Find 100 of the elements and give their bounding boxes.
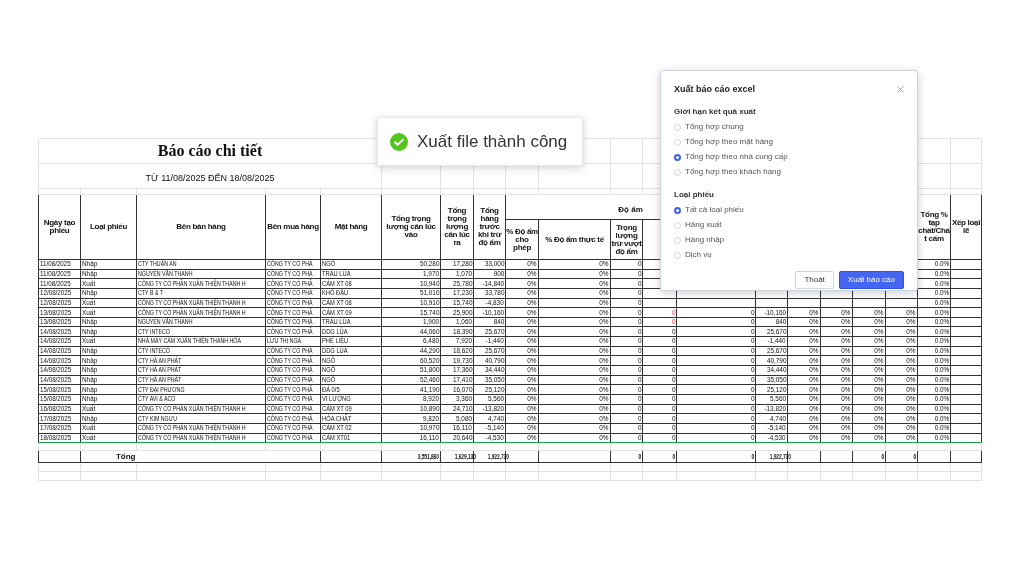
- table-cell: 0%: [906, 433, 917, 442]
- table-cell: 0%: [599, 424, 610, 433]
- table-cell: CÔNG TY CỔ PHẦ: [267, 260, 313, 269]
- table-cell: 0%: [599, 279, 610, 288]
- table-cell: 0%: [809, 414, 820, 423]
- option-label[interactable]: Hàng nhập: [685, 234, 725, 246]
- table-cell: 16,070: [452, 385, 473, 394]
- table-cell: 0%: [599, 414, 610, 423]
- table-cell: CÔNG TY CỔ PHẦ: [267, 279, 313, 288]
- option-label[interactable]: Tổng hợp theo khách hàng: [685, 166, 781, 178]
- table-cell: 0%: [599, 298, 610, 307]
- table-cell: 1,060: [456, 318, 473, 327]
- table-cell: 0%: [599, 327, 610, 336]
- option-label[interactable]: Tổng hợp chung: [685, 121, 744, 133]
- table-cell: -10,160: [482, 308, 505, 317]
- table-cell: CÔNG TY CỔ PHẦ: [267, 414, 313, 423]
- table-cell: 0%: [809, 308, 820, 317]
- table-cell: 0%: [841, 433, 852, 442]
- table-cell: 0%: [906, 424, 917, 433]
- table-cell: CÁM XT 08: [322, 298, 352, 307]
- table-cell: 51,800: [419, 366, 440, 375]
- table-cell: 0%: [599, 337, 610, 346]
- table-cell: CÔNG TY CỔ PHẦN XUÂN THIỆN THANH H: [138, 279, 246, 288]
- table-cell: NGÔ: [322, 356, 336, 365]
- exit-button[interactable]: Thoát: [795, 270, 834, 289]
- table-cell: 840: [775, 318, 787, 327]
- table-cell: CTY B & T: [138, 289, 164, 298]
- table-cell: 33,000: [484, 260, 505, 269]
- table-cell: 0: [671, 318, 676, 327]
- table-cell: 0%: [841, 424, 852, 433]
- option-label[interactable]: Tổng hợp theo nhà cung cấp: [685, 151, 788, 163]
- table-cell: 4,740: [770, 414, 787, 423]
- table-cell: 0%: [599, 318, 610, 327]
- option-label[interactable]: Tất cả loại phiếu: [685, 204, 744, 216]
- table-cell: -1,440: [767, 337, 787, 346]
- table-cell: 15/08/2025: [40, 385, 72, 394]
- table-cell: 25,900: [452, 308, 473, 317]
- table-cell: Nhập: [82, 318, 98, 327]
- option-label[interactable]: Tổng hợp theo mặt hàng: [685, 136, 773, 148]
- column-header: Tổng hàng trước khi trừ độ ẩm: [477, 206, 502, 247]
- table-cell: 25,780: [452, 279, 473, 288]
- table-cell: 0%: [874, 414, 885, 423]
- table-cell: 25,670: [484, 347, 505, 356]
- table-cell: 25,670: [766, 347, 787, 356]
- table-cell: CÁM XT 08: [322, 279, 352, 288]
- table-cell: Xuất: [82, 308, 96, 317]
- table-cell: 0: [637, 424, 642, 433]
- table-cell: -4,830: [485, 298, 505, 307]
- table-cell: -14,840: [482, 279, 505, 288]
- table-cell: CÔNG TY CỔ PHẦ: [267, 385, 313, 394]
- table-cell: 19,730: [452, 356, 473, 365]
- table-cell: 0%: [874, 327, 885, 336]
- table-cell: 0: [637, 337, 642, 346]
- column-header: Ngày tạo phiếu: [43, 218, 76, 235]
- table-cell: 0%: [841, 395, 852, 404]
- export-button[interactable]: Xuất báo cáo: [838, 270, 904, 289]
- column-header: Loại phiếu: [90, 222, 127, 231]
- close-icon[interactable]: [897, 86, 904, 94]
- group-header: Độ ẩm: [618, 205, 643, 214]
- table-cell: 0: [672, 452, 676, 461]
- table-cell: 17,230: [452, 289, 473, 298]
- radio-button[interactable]: [674, 206, 681, 214]
- table-cell: Nhập: [82, 356, 98, 365]
- table-cell: 0: [637, 366, 642, 375]
- table-cell: 0: [750, 376, 755, 384]
- column-header: Mặt hàng: [334, 222, 368, 231]
- column-header: Xếp loại lẽ: [951, 218, 981, 235]
- table-cell: 51,010: [419, 289, 440, 298]
- table-cell: 5,560: [488, 395, 505, 404]
- table-cell: 0%: [841, 327, 852, 336]
- table-cell: CÔNG TY CỔ PHẦN XUÂN THIỆN THANH H: [138, 298, 246, 307]
- table-cell: Nhập: [82, 366, 98, 375]
- table-cell: 15,740: [452, 298, 473, 307]
- table-cell: 20,640: [452, 433, 473, 442]
- table-cell: 0: [637, 260, 642, 269]
- table-cell: NGUYỄN VĂN THANH: [138, 318, 193, 327]
- option-label[interactable]: Dịch vụ: [685, 249, 712, 261]
- table-cell: 14/08/2025: [40, 337, 72, 346]
- table-cell: 14/08/2025: [40, 327, 72, 336]
- table-cell: 6,480: [423, 337, 440, 346]
- table-cell: 0%: [906, 395, 917, 404]
- table-cell: 0%: [527, 356, 538, 365]
- table-cell: CÔNG TY CỔ PHẦ: [267, 404, 313, 413]
- table-cell: 0%: [527, 433, 538, 442]
- table-cell: 0%: [527, 376, 538, 384]
- table-cell: 0%: [841, 404, 852, 413]
- table-cell: 0%: [906, 308, 917, 317]
- table-cell: 0%: [527, 347, 538, 356]
- table-cell: ĐÁ 0/5: [322, 385, 340, 394]
- table-cell: 0%: [527, 337, 538, 346]
- table-cell: 7,920: [456, 337, 473, 346]
- table-cell: 0: [750, 404, 755, 413]
- table-cell: 14/08/2025: [40, 356, 72, 365]
- table-cell: 0%: [809, 376, 820, 384]
- radio-button[interactable]: [674, 153, 681, 161]
- table-cell: 52,460: [419, 376, 440, 384]
- table-cell: 0%: [906, 376, 917, 384]
- table-cell: 0: [637, 279, 642, 288]
- option-label[interactable]: Hàng xuất: [685, 219, 722, 231]
- table-cell: 0: [881, 452, 885, 461]
